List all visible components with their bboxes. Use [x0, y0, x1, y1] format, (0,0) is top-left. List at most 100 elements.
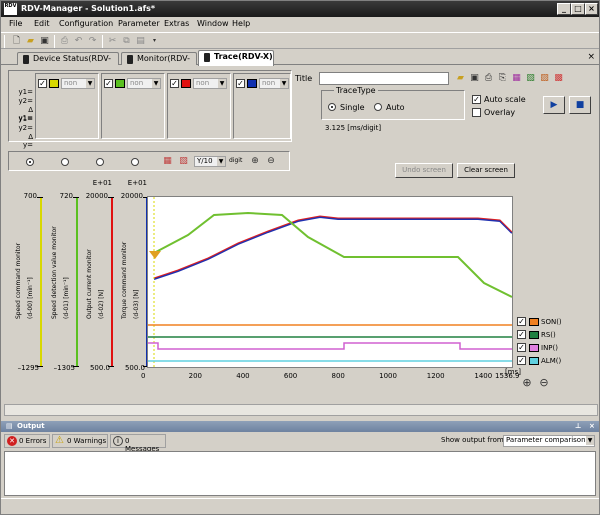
print-preview-icon[interactable]: ⎘ — [497, 73, 508, 83]
settings-icon[interactable]: ▨ — [539, 73, 550, 83]
legend-checkbox[interactable]: ✓ — [517, 343, 526, 352]
single-radio[interactable] — [328, 103, 336, 111]
inp-signal — [148, 342, 512, 350]
channel-4-color[interactable] — [247, 79, 257, 88]
show-output-select[interactable]: Parameter comparison ▼ — [503, 435, 595, 447]
x-zoom-in-icon[interactable]: ⊕ — [521, 377, 533, 388]
copy-icon[interactable]: ⧉ — [121, 36, 132, 46]
cursor-options-panel: ▦ ▧ Y/10 ▼ digit ⊕ ⊖ — [8, 151, 290, 171]
cursor-mode-1-radio[interactable] — [26, 158, 34, 166]
menu-extras[interactable]: Extras — [164, 19, 189, 28]
output-panel-header: ▤ Output ⊥ × — [1, 421, 599, 432]
toolbar-separator — [102, 35, 103, 48]
axis-bottom-value: –1305 — [53, 364, 75, 372]
tab-monitor[interactable]: Monitor(RDV-X) — [121, 52, 197, 75]
close-tab-icon[interactable]: × — [587, 52, 595, 62]
axis-exponent: E+01 — [127, 179, 147, 187]
new-file-icon[interactable]: 🗋 — [11, 36, 22, 46]
zoom-in-icon[interactable]: ⊕ — [249, 156, 261, 166]
y-axis-column: 700 –1295 Speed command monitor (d-00) [… — [7, 179, 43, 372]
cursor-mode-4-radio[interactable] — [131, 158, 139, 166]
divider-select-value: Y/10 — [197, 157, 213, 165]
output-title: Output — [17, 422, 45, 430]
channel-3-color[interactable] — [181, 79, 191, 88]
menu-window[interactable]: Window — [197, 19, 229, 28]
channel-1-checkbox[interactable]: ✓ — [38, 79, 47, 88]
paste-icon[interactable]: ▤ — [135, 36, 146, 46]
title-input[interactable] — [319, 72, 449, 85]
divider-select[interactable]: Y/10 ▼ — [194, 156, 226, 167]
open-folder-icon[interactable]: ▰ — [25, 36, 36, 46]
channel-4-checkbox[interactable]: ✓ — [236, 79, 245, 88]
copy-image-icon[interactable]: ▦ — [511, 73, 522, 83]
channel-3-select[interactable]: non ▼ — [193, 78, 227, 89]
toolbar-grip — [4, 35, 5, 48]
print-trace-icon[interactable]: ⎙ — [483, 73, 494, 83]
save-trace-icon[interactable]: ▣ — [469, 73, 480, 83]
cursor-label: y2= — [18, 97, 33, 105]
maximize-button[interactable]: □ — [571, 3, 585, 15]
output-text-area[interactable] — [4, 451, 596, 496]
x-zoom-out-icon[interactable]: ⊖ — [538, 377, 550, 388]
channel-2-select[interactable]: non ▼ — [127, 78, 161, 89]
cut-icon[interactable]: ✂ — [107, 36, 118, 46]
messages-filter-button[interactable]: i 0 Messages — [110, 434, 166, 453]
cursor-mode-3-radio[interactable] — [96, 158, 104, 166]
menu-configuration[interactable]: Configuration — [59, 19, 113, 28]
tab-trace[interactable]: Trace(RDV-X) — [198, 50, 274, 66]
undo-screen-button[interactable]: Undo screen — [395, 163, 453, 178]
toolbar-overflow-icon[interactable]: ▾ — [149, 36, 160, 46]
print-icon[interactable]: ⎙ — [59, 36, 70, 46]
axis-unit: (d-00) [min⁻¹] — [27, 277, 34, 319]
close-output-icon[interactable]: × — [589, 421, 595, 432]
save-icon[interactable]: ▣ — [39, 36, 50, 46]
play-button[interactable]: ▶ — [543, 96, 565, 114]
clear-screen-button[interactable]: Clear screen — [457, 163, 515, 178]
errors-filter-button[interactable]: ✕ 0 Errors — [4, 434, 50, 448]
minimize-button[interactable]: _ — [557, 3, 571, 15]
channel-4-select[interactable]: non ▼ — [259, 78, 289, 89]
legend-item: ✓ INP() — [517, 343, 587, 354]
channel-1-select[interactable]: non ▼ — [61, 78, 95, 89]
horizontal-scrollbar[interactable] — [4, 404, 598, 416]
channel-1-color[interactable] — [49, 79, 59, 88]
channel-3-checkbox[interactable]: ✓ — [170, 79, 179, 88]
auto-radio[interactable] — [374, 103, 382, 111]
legend-checkbox[interactable]: ✓ — [517, 330, 526, 339]
document-tabs: Device Status(RDV-X) Monitor(RDV-X) Trac… — [1, 50, 599, 75]
redo-icon[interactable]: ↷ — [87, 36, 98, 46]
chart-icon[interactable]: ▩ — [553, 73, 564, 83]
export-icon[interactable]: ▧ — [525, 73, 536, 83]
trigger-marker-icon[interactable] — [149, 251, 161, 259]
legend-checkbox[interactable]: ✓ — [517, 317, 526, 326]
title-bar: RDV RDV-Manager - Solution1.afs* _ □ × — [1, 1, 599, 17]
menu-parameter[interactable]: Parameter — [118, 19, 160, 28]
channel-2-color[interactable] — [115, 79, 125, 88]
legend-checkbox[interactable]: ✓ — [517, 356, 526, 365]
close-button[interactable]: × — [585, 3, 598, 15]
menu-file[interactable]: File — [9, 19, 22, 28]
undo-icon[interactable]: ↶ — [73, 36, 84, 46]
trace-plot[interactable] — [147, 196, 513, 368]
pin-icon[interactable]: ⊥ — [575, 421, 581, 432]
trace-type-group: TraceType Single Auto — [321, 86, 465, 120]
legend-item: ✓ RS() — [517, 330, 587, 341]
stop-button[interactable]: ■ — [569, 96, 591, 114]
x-tick-label: 800 — [331, 372, 345, 380]
axis-bottom-value: –1295 — [17, 364, 39, 372]
cursor-mode-2-radio[interactable] — [61, 158, 69, 166]
zoom-area-icon[interactable]: ▦ — [162, 156, 173, 166]
auto-scale-checkbox[interactable]: ✓ — [472, 95, 481, 104]
axis-label: Output current monitor — [86, 249, 93, 319]
menu-help[interactable]: Help — [232, 19, 250, 28]
warnings-filter-button[interactable]: ⚠ 0 Warnings — [52, 434, 108, 448]
chevron-down-icon: ▼ — [586, 436, 594, 445]
zoom-reset-icon[interactable]: ▧ — [178, 156, 189, 166]
channel-4-select-value: non — [262, 79, 276, 87]
open-trace-icon[interactable]: ▰ — [455, 73, 466, 83]
tab-device-status[interactable]: Device Status(RDV-X) — [17, 52, 119, 75]
zoom-out-icon[interactable]: ⊖ — [265, 156, 277, 166]
menu-edit[interactable]: Edit — [34, 19, 50, 28]
overlay-checkbox[interactable]: ✓ — [472, 108, 481, 117]
channel-2-checkbox[interactable]: ✓ — [104, 79, 113, 88]
